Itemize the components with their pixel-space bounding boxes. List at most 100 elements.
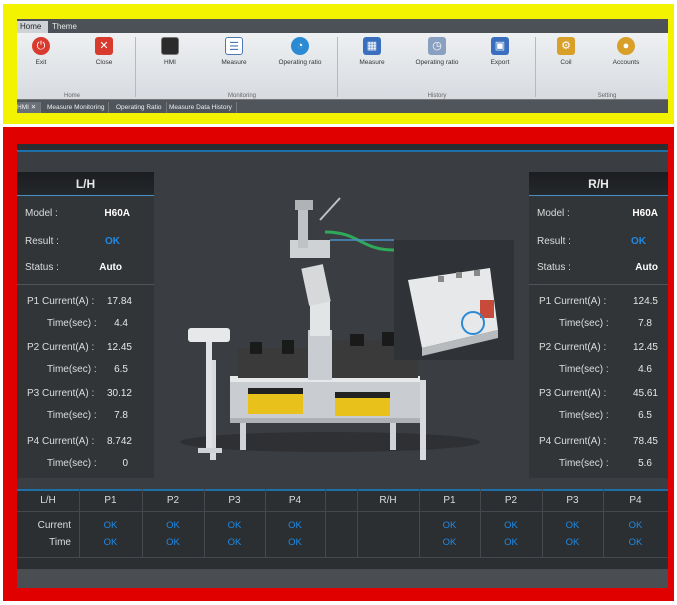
rh-p2-current-value: 12.45 bbox=[632, 342, 658, 353]
lh-p1-current-value: 17.84 bbox=[106, 296, 132, 307]
operating-ratio-history-button[interactable]: ◷ Operating ratio bbox=[407, 37, 467, 66]
grid-icon: ▦ bbox=[363, 37, 381, 55]
result-label: Result : bbox=[537, 236, 571, 247]
lh-result-row: Result : OK bbox=[17, 232, 154, 252]
result-label: Result : bbox=[25, 236, 59, 247]
lh-p4-current-value: 8.742 bbox=[106, 436, 132, 447]
measure-history-button[interactable]: ▦ Measure bbox=[342, 37, 402, 66]
table-header-lh-p4: P4 bbox=[288, 495, 302, 506]
table-bottom-divider bbox=[17, 557, 668, 558]
lh-status-row: Status : Auto bbox=[17, 258, 154, 278]
power-icon: ⏻ bbox=[32, 37, 50, 55]
rh-p4-current-status: OK bbox=[628, 520, 643, 531]
coil-icon: ⚙ bbox=[557, 37, 575, 55]
rh-p4-current-value: 78.45 bbox=[632, 436, 658, 447]
rh-p3-time-value: 6.5 bbox=[638, 410, 652, 421]
doc-tab-measure-data-history[interactable]: Measure Data History bbox=[165, 102, 237, 113]
lh-p4-current-status: OK bbox=[288, 520, 302, 531]
doc-tab-measure-monitoring[interactable]: Measure Monitoring bbox=[43, 102, 110, 113]
table-header-rh-p4: P4 bbox=[629, 495, 642, 506]
p2-time-label: Time(sec) : bbox=[47, 364, 97, 375]
lh-p2-time-row: Time(sec) : 6.5 bbox=[17, 360, 154, 380]
lh-p2-time-value: 6.5 bbox=[114, 364, 128, 375]
rh-p4-time-row: Time(sec) : 5.6 bbox=[529, 454, 668, 474]
rh-p4-time-status: OK bbox=[628, 537, 643, 548]
lh-p3-current-status: OK bbox=[227, 520, 242, 531]
list-icon: ☰ bbox=[225, 37, 243, 55]
rh-model-value: H60A bbox=[632, 208, 658, 219]
doc-tab-hmi[interactable]: HMI ✕ bbox=[17, 102, 42, 113]
p1-time-label: Time(sec) : bbox=[559, 318, 609, 329]
exit-button[interactable]: ⏻ Exit bbox=[17, 37, 71, 66]
lh-p3-time-row: Time(sec) : 7.8 bbox=[17, 406, 154, 426]
export-button[interactable]: ▣ Export bbox=[470, 37, 530, 66]
doc-tab-hmi-label: HMI bbox=[17, 104, 29, 111]
p4-current-label: P4 Current(A) : bbox=[539, 436, 607, 447]
rh-p3-time-row: Time(sec) : 6.5 bbox=[529, 406, 668, 426]
group-separator bbox=[135, 37, 136, 97]
lh-p3-current-row: P3 Current(A) : 30.12 bbox=[17, 384, 154, 404]
p4-current-label: P4 Current(A) : bbox=[27, 436, 95, 447]
rh-p2-current-status: OK bbox=[504, 520, 518, 531]
p3-current-label: P3 Current(A) : bbox=[539, 388, 607, 399]
table-header-lh-p2: P2 bbox=[166, 495, 180, 506]
p2-current-label: P2 Current(A) : bbox=[539, 342, 607, 353]
coil-button[interactable]: ⚙ Coil bbox=[536, 37, 596, 66]
lh-panel: Model : H60A Result : OK Status : Auto P1 C… bbox=[17, 196, 154, 478]
p1-current-label: P1 Current(A) : bbox=[27, 296, 95, 307]
accounts-button[interactable]: ● Accounts bbox=[596, 37, 656, 66]
rh-p3-current-row: P3 Current(A) : 45.61 bbox=[529, 384, 668, 404]
ribbon-body: ⏻ Exit ✕ Close HMI ☰ Measure ◔ Operating… bbox=[17, 33, 668, 99]
top-accent-line bbox=[17, 144, 668, 152]
rh-p2-current-row: P2 Current(A) : 12.45 bbox=[529, 338, 668, 358]
lh-p4-current-row: P4 Current(A) : 8.742 bbox=[17, 432, 154, 452]
rh-status-row: Status : Auto bbox=[529, 258, 668, 278]
rh-p3-time-status: OK bbox=[565, 537, 580, 548]
doc-tab-operating-ratio[interactable]: Operating Ratio bbox=[112, 102, 167, 113]
measure-history-label: Measure bbox=[359, 59, 385, 66]
exit-label: Exit bbox=[35, 59, 47, 66]
monitor-icon bbox=[161, 37, 179, 55]
accounts-label: Accounts bbox=[612, 59, 640, 66]
operating-ratio-label: Operating ratio bbox=[278, 59, 322, 66]
lh-header: L/H bbox=[17, 172, 154, 196]
ribbon: Home Theme ⏻ Exit ✕ Close HMI ☰ Measure … bbox=[17, 19, 668, 113]
rh-result-row: Result : OK bbox=[529, 232, 668, 252]
gauge-history-icon: ◷ bbox=[428, 37, 446, 55]
save-icon: ▣ bbox=[491, 37, 509, 55]
close-icon: ✕ bbox=[95, 37, 113, 55]
divider bbox=[17, 284, 154, 285]
rh-result-value: OK bbox=[631, 236, 646, 247]
export-label: Export bbox=[490, 59, 510, 66]
close-label: Close bbox=[95, 59, 113, 66]
p1-time-label: Time(sec) : bbox=[47, 318, 97, 329]
measure-label: Measure bbox=[221, 59, 247, 66]
p3-time-label: Time(sec) : bbox=[47, 410, 97, 421]
hmi-button[interactable]: HMI bbox=[140, 37, 200, 66]
lh-p2-current-value: 12.45 bbox=[106, 342, 132, 353]
operating-ratio-button[interactable]: ◔ Operating ratio bbox=[270, 37, 330, 66]
rh-p1-time-status: OK bbox=[442, 537, 457, 548]
tab-theme[interactable]: Theme bbox=[45, 21, 84, 33]
close-icon[interactable]: ✕ bbox=[31, 104, 36, 111]
rh-p4-time-value: 5.6 bbox=[638, 458, 652, 469]
table-header-lh-p1: P1 bbox=[104, 495, 117, 506]
lh-p2-current-row: P2 Current(A) : 12.45 bbox=[17, 338, 154, 358]
lh-model-value: H60A bbox=[104, 208, 130, 219]
divider bbox=[529, 284, 668, 285]
lh-p4-time-value: 0 bbox=[122, 458, 128, 469]
lh-p2-time-status: OK bbox=[166, 537, 180, 548]
row-label-time: Time bbox=[49, 537, 71, 548]
lh-p4-time-row: Time(sec) : 0 bbox=[17, 454, 154, 474]
table-accent-line bbox=[17, 489, 668, 491]
rh-p3-current-status: OK bbox=[565, 520, 580, 531]
table-header-rh-p3: P3 bbox=[566, 495, 579, 506]
close-button[interactable]: ✕ Close bbox=[74, 37, 134, 66]
tab-home[interactable]: Home bbox=[17, 21, 49, 33]
p3-time-label: Time(sec) : bbox=[559, 410, 609, 421]
document-tabs: HMI ✕ Measure Monitoring Operating Ratio… bbox=[17, 99, 668, 113]
p2-time-label: Time(sec) : bbox=[559, 364, 609, 375]
measure-monitoring-button[interactable]: ☰ Measure bbox=[204, 37, 264, 66]
lh-p3-current-value: 30.12 bbox=[106, 388, 132, 399]
hmi-label: HMI bbox=[164, 59, 176, 66]
